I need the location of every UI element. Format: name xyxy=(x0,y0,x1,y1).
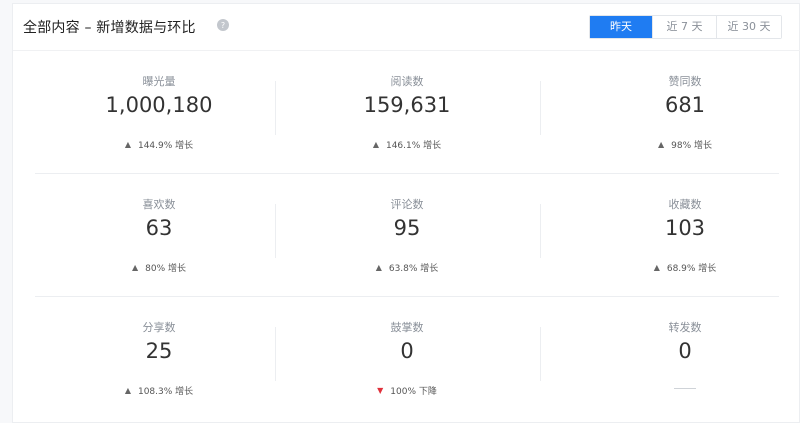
question-circle-icon[interactable]: ? xyxy=(217,19,229,31)
triangle-up-icon: ▲ xyxy=(375,263,382,272)
column-divider xyxy=(275,81,276,135)
metric-agrees: 赞同数 681 ▲ 98% 增长 xyxy=(561,51,800,173)
metric-value: 0 xyxy=(678,339,692,363)
triangle-up-icon: ▲ xyxy=(124,386,131,395)
range-yesterday-button[interactable]: 昨天 xyxy=(590,16,652,38)
metric-trend: ▲ 144.9% 增长 xyxy=(35,138,283,151)
metric-change: 146.1% 增长 xyxy=(385,141,442,151)
metric-change: 144.9% 增长 xyxy=(137,141,194,151)
metric-trend: ▲ 98% 增长 xyxy=(561,138,800,151)
metric-change: 80% 增长 xyxy=(145,264,187,274)
metric-label: 阅读数 xyxy=(390,75,424,88)
metric-value: 63 xyxy=(145,216,173,240)
metric-trend: ▼ 100% 下降 xyxy=(283,384,531,397)
no-change-dash xyxy=(674,388,696,389)
metric-change: 100% 下降 xyxy=(390,387,437,397)
metric-value: 159,631 xyxy=(363,93,451,117)
metric-applause: 鼓掌数 0 ▼ 100% 下降 xyxy=(283,297,531,419)
metrics-row: 喜欢数 63 ▲ 80% 增长 评论数 95 ▲ 63.8% 增长 收藏数 103 … xyxy=(35,174,779,297)
triangle-up-icon: ▲ xyxy=(653,263,660,272)
triangle-up-icon: ▲ xyxy=(372,140,379,149)
metric-comments: 评论数 95 ▲ 63.8% 增长 xyxy=(283,174,531,296)
metric-value: 95 xyxy=(393,216,421,240)
metric-label: 转发数 xyxy=(668,321,702,334)
metric-reposts: 转发数 0 xyxy=(561,297,800,419)
metric-exposure: 曝光量 1,000,180 ▲ 144.9% 增长 xyxy=(35,51,283,173)
metric-label: 赞同数 xyxy=(668,75,702,88)
metric-change: 63.8% 增长 xyxy=(388,264,439,274)
metric-value: 25 xyxy=(145,339,173,363)
metric-reads: 阅读数 159,631 ▲ 146.1% 增长 xyxy=(283,51,531,173)
metric-label: 喜欢数 xyxy=(142,198,176,211)
triangle-up-icon: ▲ xyxy=(657,140,665,149)
date-range-selector: 昨天 近 7 天 近 30 天 xyxy=(589,15,782,39)
metric-trend: ▲ 108.3% 增长 xyxy=(35,384,283,397)
column-divider xyxy=(540,81,541,135)
metric-trend: ▲ 146.1% 增长 xyxy=(283,138,531,151)
metric-change: 98% 增长 xyxy=(671,141,713,151)
stats-card: 全部内容 – 新增数据与环比 ? 昨天 近 7 天 近 30 天 曝光量 1,0… xyxy=(12,3,800,423)
metric-label: 收藏数 xyxy=(668,198,702,211)
metric-label: 分享数 xyxy=(142,321,176,334)
metric-value: 103 xyxy=(664,216,706,240)
metrics-row: 分享数 25 ▲ 108.3% 增长 鼓掌数 0 ▼ 100% 下降 转发数 0 xyxy=(35,297,779,419)
metric-shares: 分享数 25 ▲ 108.3% 增长 xyxy=(35,297,283,419)
metric-value: 0 xyxy=(400,339,414,363)
card-header: 全部内容 – 新增数据与环比 ? 昨天 近 7 天 近 30 天 xyxy=(13,4,800,51)
column-divider xyxy=(275,327,276,381)
metric-change: 68.9% 增长 xyxy=(666,264,717,274)
triangle-down-icon: ▼ xyxy=(377,386,384,395)
metric-change: 108.3% 增长 xyxy=(137,387,194,397)
range-7-days-button[interactable]: 近 7 天 xyxy=(652,16,716,38)
metric-trend: ▲ 63.8% 增长 xyxy=(283,261,531,274)
triangle-up-icon: ▲ xyxy=(124,140,131,149)
metric-favorites: 收藏数 103 ▲ 68.9% 增长 xyxy=(561,174,800,296)
metric-label: 评论数 xyxy=(390,198,424,211)
metric-likes: 喜欢数 63 ▲ 80% 增长 xyxy=(35,174,283,296)
metrics-grid: 曝光量 1,000,180 ▲ 144.9% 增长 阅读数 159,631 ▲ 14… xyxy=(35,51,779,419)
metric-trend xyxy=(561,384,800,394)
card-title: 全部内容 – 新增数据与环比 xyxy=(23,20,196,36)
metrics-row: 曝光量 1,000,180 ▲ 144.9% 增长 阅读数 159,631 ▲ 14… xyxy=(35,51,779,174)
metric-label: 鼓掌数 xyxy=(390,321,424,334)
column-divider xyxy=(540,204,541,258)
range-30-days-button[interactable]: 近 30 天 xyxy=(716,16,781,38)
column-divider xyxy=(540,327,541,381)
metric-label: 曝光量 xyxy=(142,75,176,88)
metric-value: 681 xyxy=(664,93,706,117)
metric-trend: ▲ 80% 增长 xyxy=(35,261,283,274)
svg-text:?: ? xyxy=(221,21,225,30)
column-divider xyxy=(275,204,276,258)
triangle-up-icon: ▲ xyxy=(131,263,139,272)
metric-trend: ▲ 68.9% 增长 xyxy=(561,261,800,274)
metric-value: 1,000,180 xyxy=(105,93,213,117)
